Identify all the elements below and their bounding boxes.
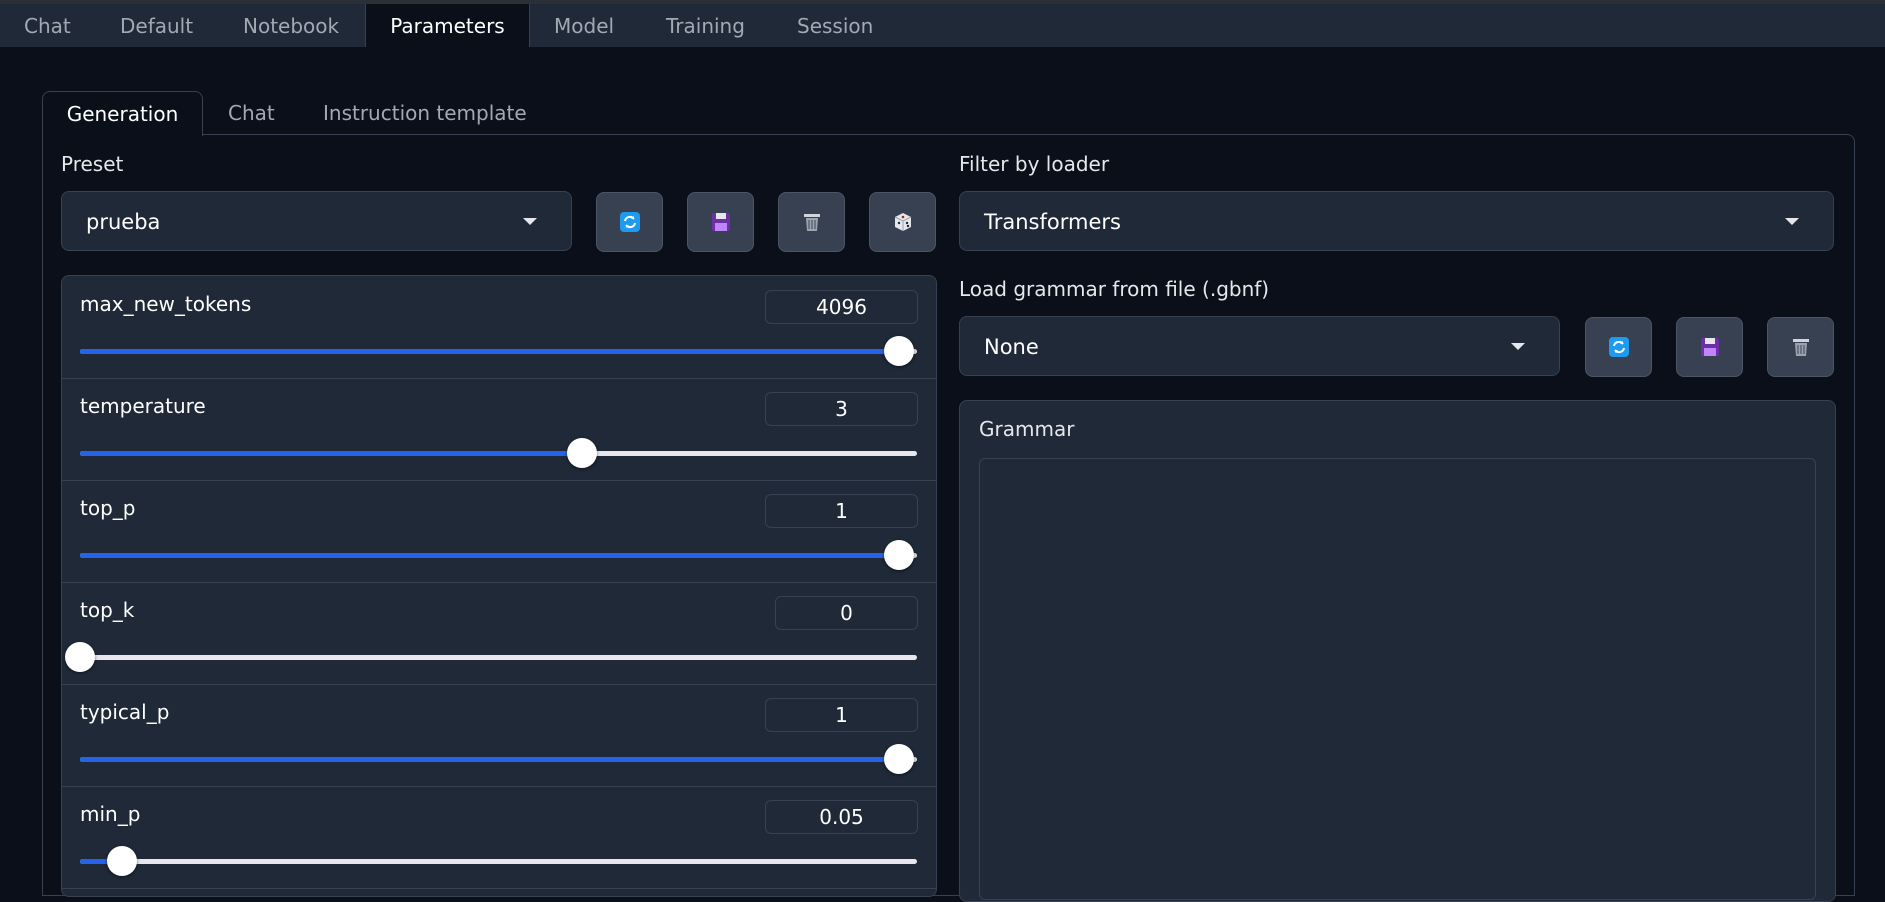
slider-label: top_k	[80, 598, 135, 622]
slider-row-top-k: top_k 0	[62, 582, 936, 685]
refresh-icon	[619, 212, 640, 232]
slider-label: min_p	[80, 802, 141, 826]
tab-instruction-template[interactable]: Instruction template	[323, 91, 527, 135]
preset-save-button[interactable]	[687, 192, 754, 252]
preset-dropdown[interactable]: prueba	[61, 191, 572, 251]
top-p-input[interactable]: 1	[765, 494, 918, 528]
temperature-slider[interactable]	[80, 438, 917, 468]
trash-icon	[1792, 339, 1809, 356]
slider-label: top_p	[80, 496, 136, 520]
loader-filter-value: Transformers	[984, 210, 1121, 234]
preset-random-button[interactable]	[869, 192, 936, 252]
slider-label: temperature	[80, 394, 206, 418]
grammar-delete-button[interactable]	[1767, 317, 1834, 377]
slider-thumb[interactable]	[106, 846, 137, 876]
tab-model[interactable]: Model	[554, 4, 614, 47]
slider-thumb[interactable]	[884, 540, 915, 570]
max-new-tokens-slider[interactable]	[80, 336, 917, 366]
tab-chat[interactable]: Chat	[24, 4, 71, 47]
grammar-label: Grammar	[979, 417, 1075, 441]
temperature-input[interactable]: 3	[765, 392, 918, 426]
grammar-file-value: None	[984, 335, 1039, 359]
chevron-down-icon	[523, 218, 537, 225]
save-icon	[711, 213, 730, 231]
grammar-file-dropdown[interactable]: None	[959, 316, 1560, 376]
slider-thumb[interactable]	[884, 744, 915, 774]
slider-row-min-p: min_p 0.05	[62, 786, 936, 889]
refresh-icon	[1608, 337, 1629, 357]
loader-filter-label: Filter by loader	[959, 152, 1110, 176]
slider-label: max_new_tokens	[80, 292, 252, 316]
top-k-slider[interactable]	[65, 642, 917, 672]
slider-thumb[interactable]	[884, 336, 915, 366]
slider-thumb[interactable]	[567, 438, 598, 468]
chevron-down-icon	[1511, 343, 1525, 350]
max-new-tokens-input[interactable]: 4096	[765, 290, 918, 324]
tab-training[interactable]: Training	[666, 4, 745, 47]
preset-label: Preset	[61, 152, 124, 176]
preset-value: prueba	[86, 210, 161, 234]
min-p-input[interactable]: 0.05	[765, 800, 918, 834]
slider-label: typical_p	[80, 700, 170, 724]
grammar-file-label: Load grammar from file (.gbnf)	[959, 277, 1270, 301]
typical-p-input[interactable]: 1	[765, 698, 918, 732]
chevron-down-icon	[1785, 218, 1799, 225]
tab-session[interactable]: Session	[797, 4, 873, 47]
min-p-slider[interactable]	[80, 846, 917, 876]
preset-delete-button[interactable]	[778, 192, 845, 252]
save-icon	[1700, 338, 1719, 356]
tab-parameters[interactable]: Parameters	[365, 4, 530, 47]
tab-chat-settings[interactable]: Chat	[228, 91, 275, 135]
slider-row-typical-p: typical_p 1	[62, 684, 936, 787]
typical-p-slider[interactable]	[80, 744, 917, 774]
slider-row-top-p: top_p 1	[62, 480, 936, 583]
tab-generation[interactable]: Generation	[42, 91, 203, 136]
main-tab-bar: Chat Default Notebook Parameters Model T…	[0, 4, 1885, 47]
top-k-input[interactable]: 0	[775, 596, 918, 630]
tab-default[interactable]: Default	[120, 4, 193, 47]
grammar-block: Grammar	[959, 400, 1836, 902]
slider-row-temperature: temperature 3	[62, 378, 936, 481]
slider-thumb[interactable]	[65, 642, 95, 672]
sampling-sliders: max_new_tokens 4096 temperature 3 top_p …	[61, 275, 937, 897]
tab-notebook[interactable]: Notebook	[243, 4, 339, 47]
grammar-save-button[interactable]	[1676, 317, 1743, 377]
grammar-textarea[interactable]	[979, 458, 1816, 900]
preset-refresh-button[interactable]	[596, 192, 663, 252]
loader-filter-dropdown[interactable]: Transformers	[959, 191, 1834, 251]
trash-icon	[803, 214, 820, 231]
grammar-refresh-button[interactable]	[1585, 317, 1652, 377]
slider-row-max-new-tokens: max_new_tokens 4096	[62, 276, 936, 379]
dice-icon	[894, 213, 911, 231]
top-p-slider[interactable]	[80, 540, 917, 570]
